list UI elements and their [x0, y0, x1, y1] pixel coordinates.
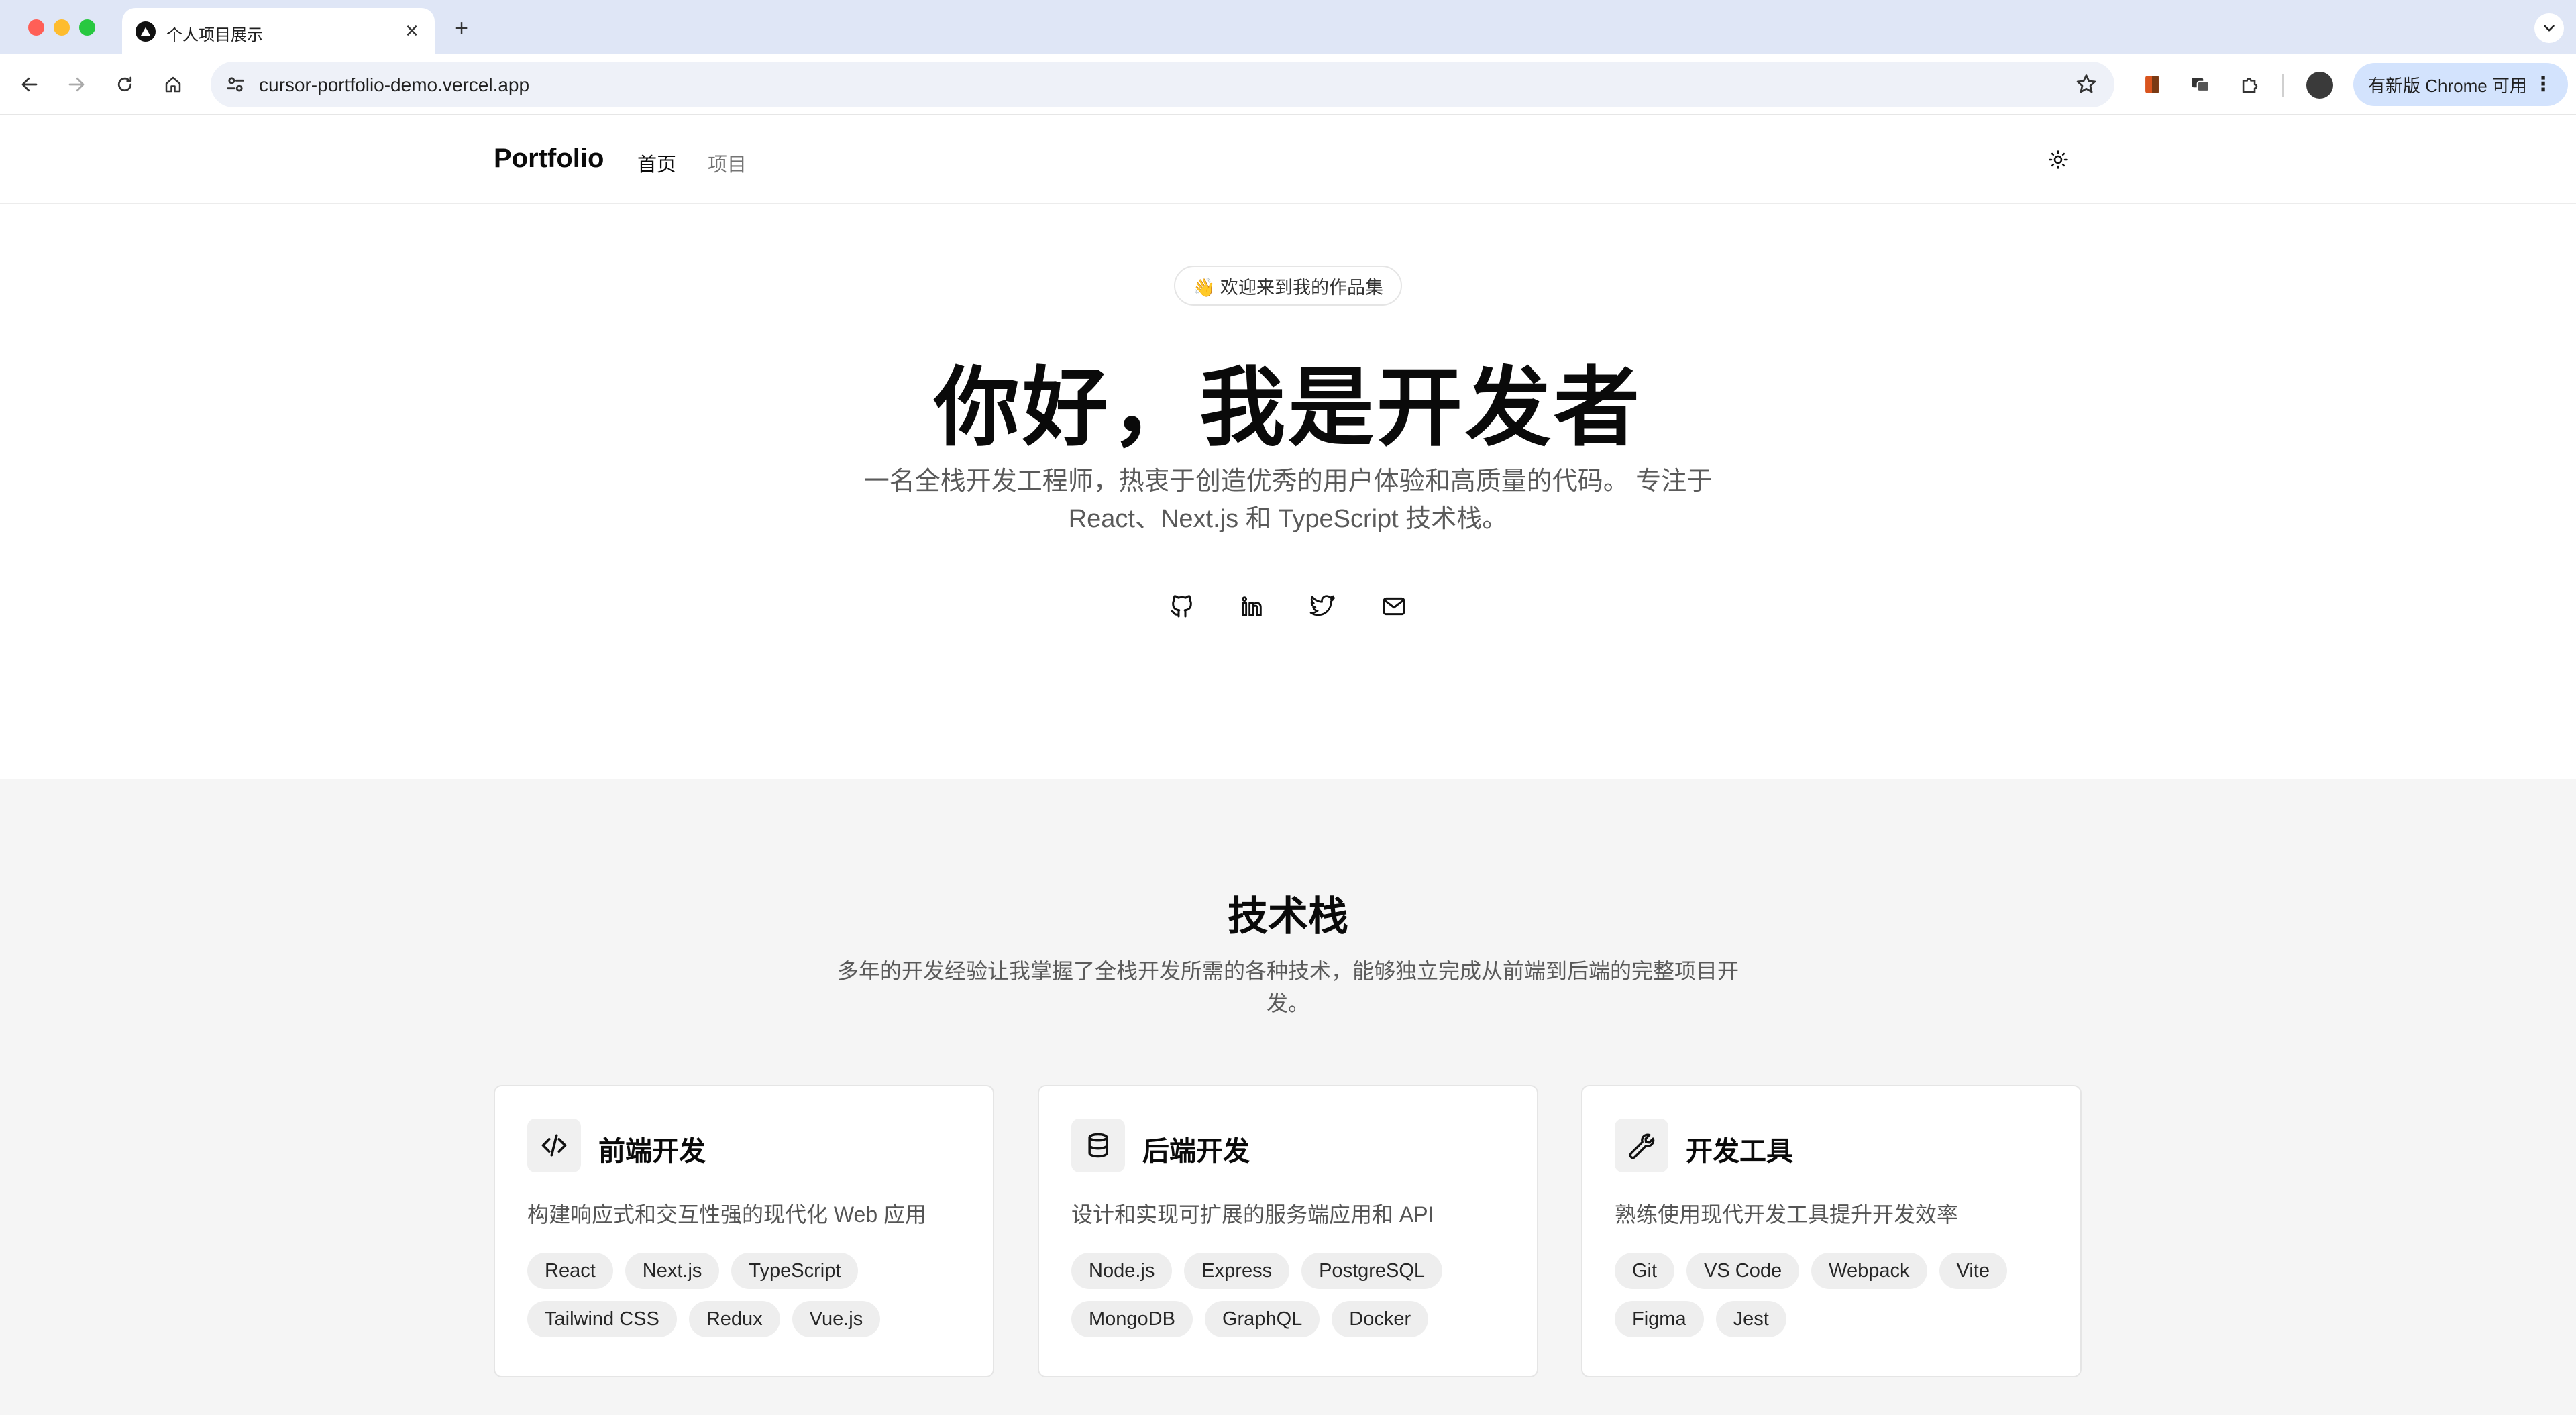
card-description: 设计和实现可扩展的服务端应用和 API	[1071, 1202, 1434, 1227]
code-icon	[527, 1119, 581, 1172]
tech-tag: MongoDB	[1071, 1301, 1193, 1337]
new-tab-button[interactable]: +	[448, 15, 475, 42]
tab-title: 个人项目展示	[166, 26, 263, 44]
nav-projects-link[interactable]: 项目	[708, 149, 747, 177]
update-label: 有新版 Chrome 可用	[2368, 75, 2527, 96]
section-description: 多年的开发经验让我掌握了全栈开发所需的各种技术，能够独立完成从前端到后端的完整项…	[837, 959, 1739, 1015]
minimize-window-button[interactable]	[54, 19, 70, 36]
tag-list: Git VS Code Webpack Vite Figma Jest	[1615, 1253, 2057, 1337]
card-title: 开发工具	[1686, 1137, 1793, 1166]
address-bar[interactable]: cursor-portfolio-demo.vercel.app	[211, 62, 2114, 107]
tech-tag: Webpack	[1811, 1253, 1927, 1289]
profile-avatar[interactable]	[2306, 72, 2333, 99]
skill-card-frontend: 前端开发 构建响应式和交互性强的现代化 Web 应用 React Next.js…	[494, 1085, 994, 1377]
url-text[interactable]: cursor-portfolio-demo.vercel.app	[259, 74, 529, 96]
tag-list: React Next.js TypeScript Tailwind CSS Re…	[527, 1253, 970, 1337]
reload-icon	[117, 76, 132, 92]
tech-tag: Express	[1184, 1253, 1290, 1289]
tech-tag: PostgreSQL	[1301, 1253, 1443, 1289]
hero-title: 你好，我是开发者	[933, 360, 1642, 456]
tech-tag: Jest	[1715, 1301, 1786, 1337]
chrome-update-button[interactable]: 有新版 Chrome 可用 ⋮	[2353, 63, 2568, 106]
tech-tag: Figma	[1615, 1301, 1704, 1337]
tag-list: Node.js Express PostgreSQL MongoDB Graph…	[1071, 1253, 1514, 1337]
skill-card-backend: 后端开发 设计和实现可扩展的服务端应用和 API Node.js Express…	[1038, 1085, 1538, 1377]
tab-close-icon[interactable]: ✕	[401, 20, 423, 42]
tech-tag: Git	[1615, 1253, 1675, 1289]
chevron-down-icon	[2544, 25, 2555, 32]
welcome-badge: 👋 欢迎来到我的作品集	[1174, 266, 1402, 306]
tech-tag: Next.js	[625, 1253, 720, 1289]
extension-chat-icon[interactable]	[2187, 71, 2214, 98]
tech-tag: Vue.js	[792, 1301, 881, 1337]
browser-tab-bar: 个人项目展示 ✕ +	[0, 0, 2576, 54]
tech-tag: Docker	[1332, 1301, 1429, 1337]
tab-search-button[interactable]	[2534, 13, 2564, 43]
card-description: 构建响应式和交互性强的现代化 Web 应用	[527, 1202, 927, 1227]
tech-tag: React	[527, 1253, 613, 1289]
more-menu-icon[interactable]: ⋮	[2533, 72, 2553, 96]
skill-card-tools: 开发工具 熟练使用现代开发工具提升开发效率 Git VS Code Webpac…	[1581, 1085, 2082, 1377]
theme-toggle-button[interactable]	[2045, 146, 2072, 173]
site-settings-icon[interactable]	[224, 73, 247, 96]
github-link[interactable]	[1163, 587, 1201, 625]
card-description: 熟练使用现代开发工具提升开发效率	[1615, 1202, 1959, 1227]
bookmark-star-icon[interactable]	[2074, 72, 2098, 97]
sun-icon	[2049, 150, 2068, 169]
twitter-link[interactable]	[1304, 587, 1342, 625]
arrow-left-icon	[21, 77, 38, 92]
browser-toolbar: cursor-portfolio-demo.vercel.app 有新版 Chr…	[0, 54, 2576, 115]
social-links	[1163, 587, 1413, 628]
extensions-puzzle-icon[interactable]	[2237, 71, 2263, 98]
hero-description: 一名全栈开发工程师，热衷于创造优秀的用户体验和高质量的代码。 专注于 React…	[863, 467, 1713, 533]
site-header: Portfolio 首页 项目	[0, 117, 2576, 204]
toolbar-divider	[2282, 74, 2284, 97]
tech-tag: Tailwind CSS	[527, 1301, 677, 1337]
reload-button[interactable]	[110, 70, 140, 99]
github-icon	[1171, 595, 1192, 618]
email-link[interactable]	[1375, 587, 1413, 625]
tech-tag: Redux	[688, 1301, 780, 1337]
triangle-logo-icon	[136, 21, 156, 42]
card-title: 前端开发	[598, 1137, 706, 1166]
mail-icon	[1383, 597, 1405, 616]
back-button[interactable]	[15, 70, 44, 99]
site-logo[interactable]: Portfolio	[494, 144, 604, 174]
wrench-icon	[1615, 1119, 1668, 1172]
hero-section: 👋 欢迎来到我的作品集 你好，我是开发者 一名全栈开发工程师，热衷于创造优秀的用…	[0, 204, 2576, 779]
nav-home-link[interactable]: 首页	[637, 149, 676, 177]
maximize-window-button[interactable]	[79, 19, 95, 36]
tech-tag: Node.js	[1071, 1253, 1173, 1289]
home-button[interactable]	[158, 70, 188, 99]
tech-tag: Vite	[1939, 1253, 2007, 1289]
card-title: 后端开发	[1142, 1137, 1250, 1166]
close-window-button[interactable]	[28, 19, 44, 36]
arrow-right-icon	[68, 77, 85, 92]
tech-stack-section: 技术栈 多年的开发经验让我掌握了全栈开发所需的各种技术，能够独立完成从前端到后端…	[0, 779, 2576, 1415]
section-title: 技术栈	[1228, 894, 1348, 939]
tech-tag: VS Code	[1686, 1253, 1800, 1289]
browser-tab[interactable]: 个人项目展示 ✕	[122, 8, 435, 54]
database-icon	[1071, 1119, 1125, 1172]
linkedin-link[interactable]	[1233, 587, 1271, 625]
forward-button[interactable]	[62, 70, 91, 99]
tech-tag: GraphQL	[1204, 1301, 1320, 1337]
linkedin-icon	[1242, 596, 1262, 616]
home-icon	[165, 76, 181, 93]
extension-book-icon[interactable]	[2139, 71, 2165, 98]
tech-tag: TypeScript	[731, 1253, 859, 1289]
twitter-icon	[1309, 595, 1335, 616]
